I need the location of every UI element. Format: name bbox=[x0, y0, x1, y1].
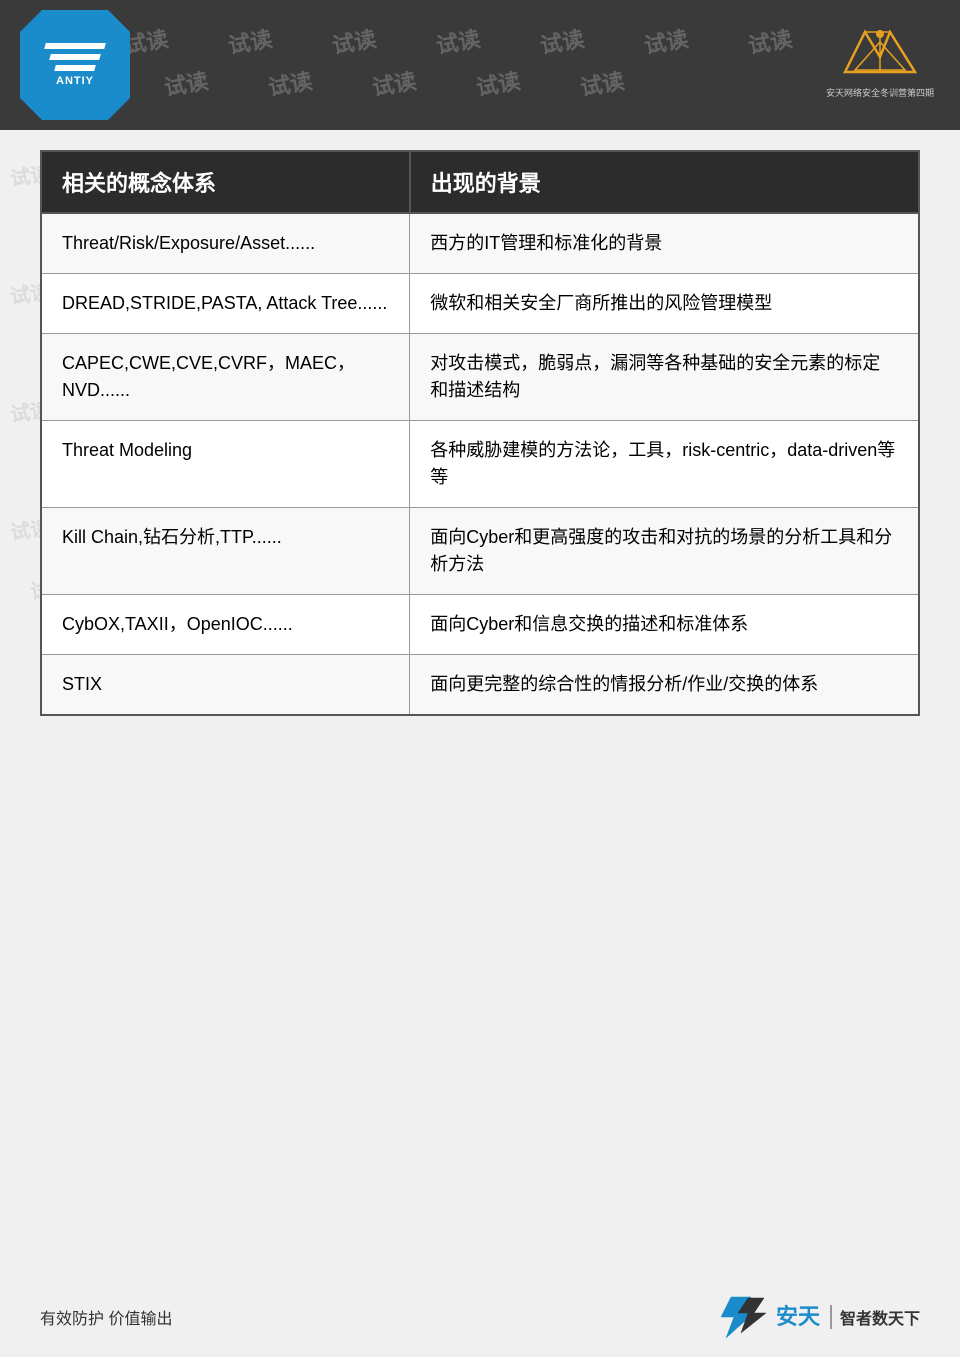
header-watermark: 试读 试读 试读 试读 试读 试读 试读 试读 试读 试读 试读 试读 试读 试… bbox=[0, 0, 960, 130]
table-cell-background: 微软和相关安全厂商所推出的风险管理模型 bbox=[410, 274, 919, 334]
table-cell-concept: Threat/Risk/Exposure/Asset...... bbox=[41, 213, 410, 274]
footer-logo: 安天 智者数天下 bbox=[716, 1295, 920, 1340]
footer-logo-sub: 智者数天下 bbox=[830, 1305, 920, 1329]
header-right-area: 安天网络安全冬训营第四期 bbox=[820, 10, 940, 110]
table-cell-concept: STIX bbox=[41, 655, 410, 716]
table-cell-background: 面向Cyber和信息交换的描述和标准体系 bbox=[410, 595, 919, 655]
table-row: CAPEC,CWE,CVE,CVRF，MAEC，NVD......对攻击模式，脆… bbox=[41, 334, 919, 421]
table-cell-background: 面向更完整的综合性的情报分析/作业/交换的体系 bbox=[410, 655, 919, 716]
col2-header: 出现的背景 bbox=[410, 151, 919, 213]
table-cell-concept: Kill Chain,钻石分析,TTP...... bbox=[41, 508, 410, 595]
logo-brand-text: ANTIY bbox=[56, 75, 94, 87]
table-row: DREAD,STRIDE,PASTA, Attack Tree......微软和… bbox=[41, 274, 919, 334]
footer: 有效防护 价值输出 安天 智者数天下 bbox=[0, 1277, 960, 1357]
table-cell-background: 西方的IT管理和标准化的背景 bbox=[410, 213, 919, 274]
main-content: 相关的概念体系 出现的背景 Threat/Risk/Exposure/Asset… bbox=[40, 150, 920, 716]
table-cell-concept: CybOX,TAXII，OpenIOC...... bbox=[41, 595, 410, 655]
col1-header: 相关的概念体系 bbox=[41, 151, 410, 213]
logo-lines bbox=[45, 43, 105, 71]
table-row: Kill Chain,钻石分析,TTP......面向Cyber和更高强度的攻击… bbox=[41, 508, 919, 595]
table-cell-background: 各种威胁建模的方法论，工具，risk-centric，data-driven等等 bbox=[410, 421, 919, 508]
table-cell-concept: DREAD,STRIDE,PASTA, Attack Tree...... bbox=[41, 274, 410, 334]
header-logo: ANTIY bbox=[20, 10, 130, 120]
header-subtitle: 安天网络安全冬训营第四期 bbox=[826, 86, 934, 99]
table-header-row: 相关的概念体系 出现的背景 bbox=[41, 151, 919, 213]
table-row: Threat/Risk/Exposure/Asset......西方的IT管理和… bbox=[41, 213, 919, 274]
table-row: STIX面向更完整的综合性的情报分析/作业/交换的体系 bbox=[41, 655, 919, 716]
concepts-table: 相关的概念体系 出现的背景 Threat/Risk/Exposure/Asset… bbox=[40, 150, 920, 716]
table-row: CybOX,TAXII，OpenIOC......面向Cyber和信息交换的描述… bbox=[41, 595, 919, 655]
table-cell-concept: CAPEC,CWE,CVE,CVRF，MAEC，NVD...... bbox=[41, 334, 410, 421]
footer-slogan: 有效防护 价值输出 bbox=[40, 1305, 172, 1329]
header: 试读 试读 试读 试读 试读 试读 试读 试读 试读 试读 试读 试读 试读 试… bbox=[0, 0, 960, 130]
table-row: Threat Modeling各种威胁建模的方法论，工具，risk-centri… bbox=[41, 421, 919, 508]
footer-logo-brand: 安天 bbox=[776, 1304, 820, 1330]
footer-logo-icon bbox=[716, 1295, 771, 1340]
table-cell-background: 对攻击模式，脆弱点，漏洞等各种基础的安全元素的标定和描述结构 bbox=[410, 334, 919, 421]
header-right-icon bbox=[835, 22, 925, 82]
table-cell-background: 面向Cyber和更高强度的攻击和对抗的场景的分析工具和分析方法 bbox=[410, 508, 919, 595]
table-cell-concept: Threat Modeling bbox=[41, 421, 410, 508]
